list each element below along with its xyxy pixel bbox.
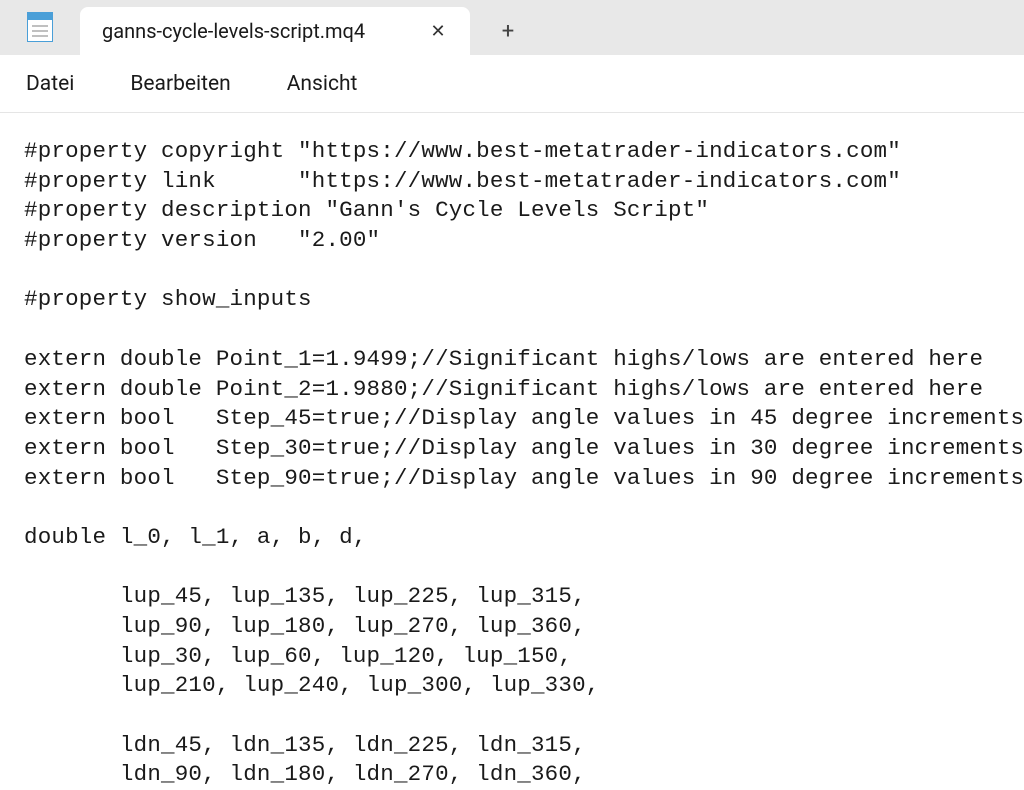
notepad-icon <box>27 12 53 42</box>
close-tab-button[interactable]: ✕ <box>424 17 452 45</box>
menu-edit[interactable]: Bearbeiten <box>126 66 234 102</box>
tab-title: ganns-cycle-levels-script.mq4 <box>102 19 424 43</box>
new-tab-button[interactable]: + <box>488 11 528 51</box>
code-editor[interactable]: #property copyright "https://www.best-me… <box>0 113 1024 790</box>
app-icon <box>22 9 58 45</box>
menu-view[interactable]: Ansicht <box>283 66 362 102</box>
file-tab[interactable]: ganns-cycle-levels-script.mq4 ✕ <box>80 7 470 55</box>
titlebar: ganns-cycle-levels-script.mq4 ✕ + <box>0 0 1024 55</box>
menubar: Datei Bearbeiten Ansicht <box>0 55 1024 113</box>
menu-file[interactable]: Datei <box>22 66 78 102</box>
